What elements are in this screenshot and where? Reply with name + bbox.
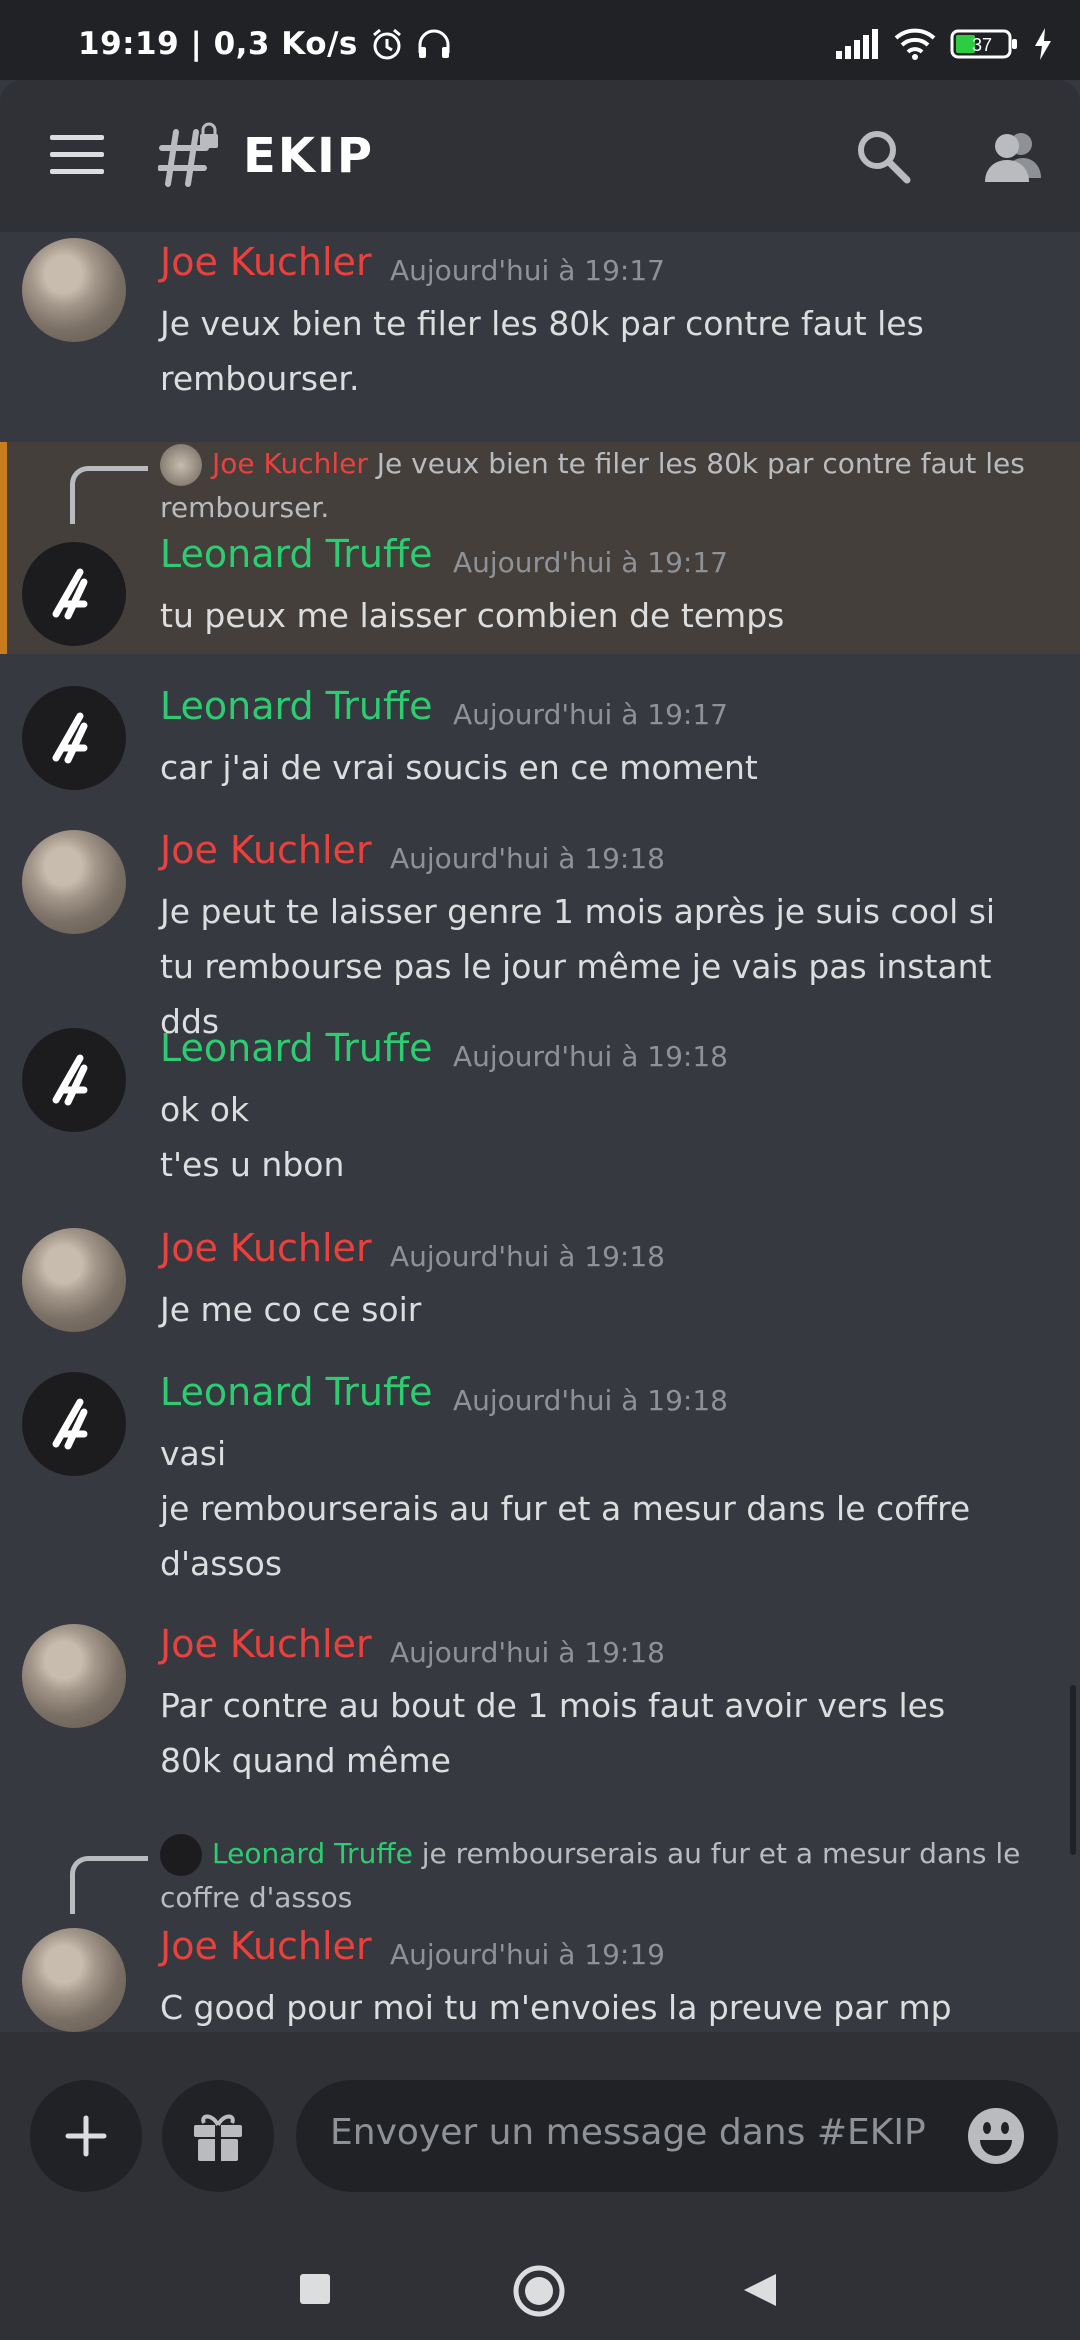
message-item[interactable]: Leonard Truffe Aujourd'hui à 19:17 car j… — [0, 674, 1080, 804]
message-item[interactable]: Leonard Truffe Aujourd'hui à 19:18 ok ok… — [0, 1016, 1080, 1216]
avatar[interactable] — [22, 686, 126, 790]
home-button[interactable] — [512, 2264, 566, 2322]
plus-icon — [65, 2115, 107, 2157]
signal-icon — [836, 29, 880, 59]
author-name[interactable]: Joe Kuchler — [160, 1924, 372, 1968]
author-name[interactable]: Joe Kuchler — [160, 828, 372, 872]
channel-title: EKIP — [243, 128, 375, 184]
search-icon[interactable] — [855, 128, 911, 184]
reply-connector — [70, 1856, 148, 1914]
battery-level: 37 — [972, 35, 992, 55]
message-item[interactable]: Joe Kuchler Aujourd'hui à 19:18 Par cont… — [0, 1612, 1080, 1812]
recents-button[interactable] — [298, 2272, 332, 2310]
message-text: Je veux bien te filer les 80k par contre… — [160, 304, 924, 398]
battery-icon: 37 — [950, 28, 1020, 60]
message-item-highlighted[interactable]: Joe Kuchler Je veux bien te filer les 80… — [0, 442, 1080, 654]
timestamp: Aujourd'hui à 19:17 — [390, 254, 665, 287]
avatar[interactable] — [22, 542, 126, 646]
avatar[interactable] — [22, 1624, 126, 1728]
gift-button[interactable] — [162, 2080, 274, 2192]
timestamp: Aujourd'hui à 19:18 — [453, 1384, 728, 1417]
author-name[interactable]: Leonard Truffe — [160, 684, 433, 728]
message-composer: Envoyer un message dans #EKIP — [0, 2032, 1080, 2236]
back-button[interactable] — [740, 2270, 780, 2314]
author-name[interactable]: Leonard Truffe — [160, 1026, 433, 1070]
gift-icon — [194, 2114, 242, 2161]
scrollbar[interactable] — [1070, 1685, 1076, 1855]
alarm-icon — [370, 27, 404, 61]
message-text: Je me co ce soir — [160, 1290, 422, 1329]
wifi-icon — [894, 28, 936, 60]
reply-author: Joe Kuchler — [212, 447, 368, 480]
message-text: tu peux me laisser combien de temps — [160, 596, 785, 635]
charging-icon — [1034, 28, 1052, 60]
status-bar: 19:19 | 0,3 Ko/s 37 — [0, 0, 1080, 80]
reply-connector — [70, 466, 148, 524]
headphones-icon — [416, 27, 452, 61]
author-name[interactable]: Joe Kuchler — [160, 240, 372, 284]
android-nav-bar — [0, 2236, 1080, 2340]
timestamp: Aujourd'hui à 19:18 — [390, 1240, 665, 1273]
timestamp: Aujourd'hui à 19:18 — [390, 842, 665, 875]
avatar[interactable] — [22, 1928, 126, 2032]
message-list[interactable]: Joe Kuchler Aujourd'hui à 19:17 Je veux … — [0, 232, 1080, 2032]
timestamp: Aujourd'hui à 19:17 — [453, 698, 728, 731]
add-attachment-button[interactable] — [30, 2080, 142, 2192]
author-name[interactable]: Joe Kuchler — [160, 1226, 372, 1270]
members-icon[interactable] — [983, 126, 1043, 186]
menu-icon[interactable] — [50, 135, 104, 175]
avatar[interactable] — [22, 1228, 126, 1332]
avatar[interactable] — [22, 830, 126, 934]
emoji-icon[interactable] — [966, 2106, 1026, 2166]
message-text: Par contre au bout de 1 mois faut avoir … — [160, 1686, 946, 1780]
avatar[interactable] — [22, 1028, 126, 1132]
author-name[interactable]: Leonard Truffe — [160, 1370, 433, 1414]
timestamp: Aujourd'hui à 19:18 — [390, 1636, 665, 1669]
message-text: vasi je rembourserais au fur et a mesur … — [160, 1434, 971, 1583]
message-input[interactable]: Envoyer un message dans #EKIP — [296, 2080, 1058, 2192]
reply-author: Leonard Truffe — [212, 1837, 413, 1870]
timestamp: Aujourd'hui à 19:18 — [453, 1040, 728, 1073]
message-item[interactable]: Leonard Truffe Aujourd'hui à 19:18 vasi … — [0, 1360, 1080, 1600]
reply-preview[interactable]: Joe Kuchler Je veux bien te filer les 80… — [160, 442, 1040, 529]
channel-header: EKIP — [0, 80, 1080, 232]
reply-preview[interactable]: Leonard Truffe je rembourserais au fur e… — [160, 1832, 1040, 1919]
reply-avatar — [160, 444, 202, 486]
timestamp: Aujourd'hui à 19:17 — [453, 546, 728, 579]
locked-channel-icon — [157, 120, 222, 192]
status-time: 19:19 | 0,3 Ko/s — [78, 26, 358, 62]
message-text: ok ok t'es u nbon — [160, 1090, 345, 1184]
message-item[interactable]: Leonard Truffe je rembourserais au fur e… — [0, 1832, 1080, 2032]
message-item[interactable]: Joe Kuchler Aujourd'hui à 19:18 Je me co… — [0, 1216, 1080, 1356]
reply-avatar — [160, 1834, 202, 1876]
author-name[interactable]: Joe Kuchler — [160, 1622, 372, 1666]
message-item[interactable]: Joe Kuchler Aujourd'hui à 19:18 Je peut … — [0, 818, 1080, 1041]
message-text: car j'ai de vrai soucis en ce moment — [160, 748, 758, 787]
message-text: C good pour moi tu m'envoies la preuve p… — [160, 1988, 952, 2027]
author-name[interactable]: Leonard Truffe — [160, 532, 433, 576]
message-input-placeholder: Envoyer un message dans #EKIP — [330, 2112, 926, 2153]
timestamp: Aujourd'hui à 19:19 — [390, 1938, 665, 1971]
avatar[interactable] — [22, 1372, 126, 1476]
message-item[interactable]: Joe Kuchler Aujourd'hui à 19:17 Je veux … — [0, 232, 1080, 442]
avatar[interactable] — [22, 238, 126, 342]
